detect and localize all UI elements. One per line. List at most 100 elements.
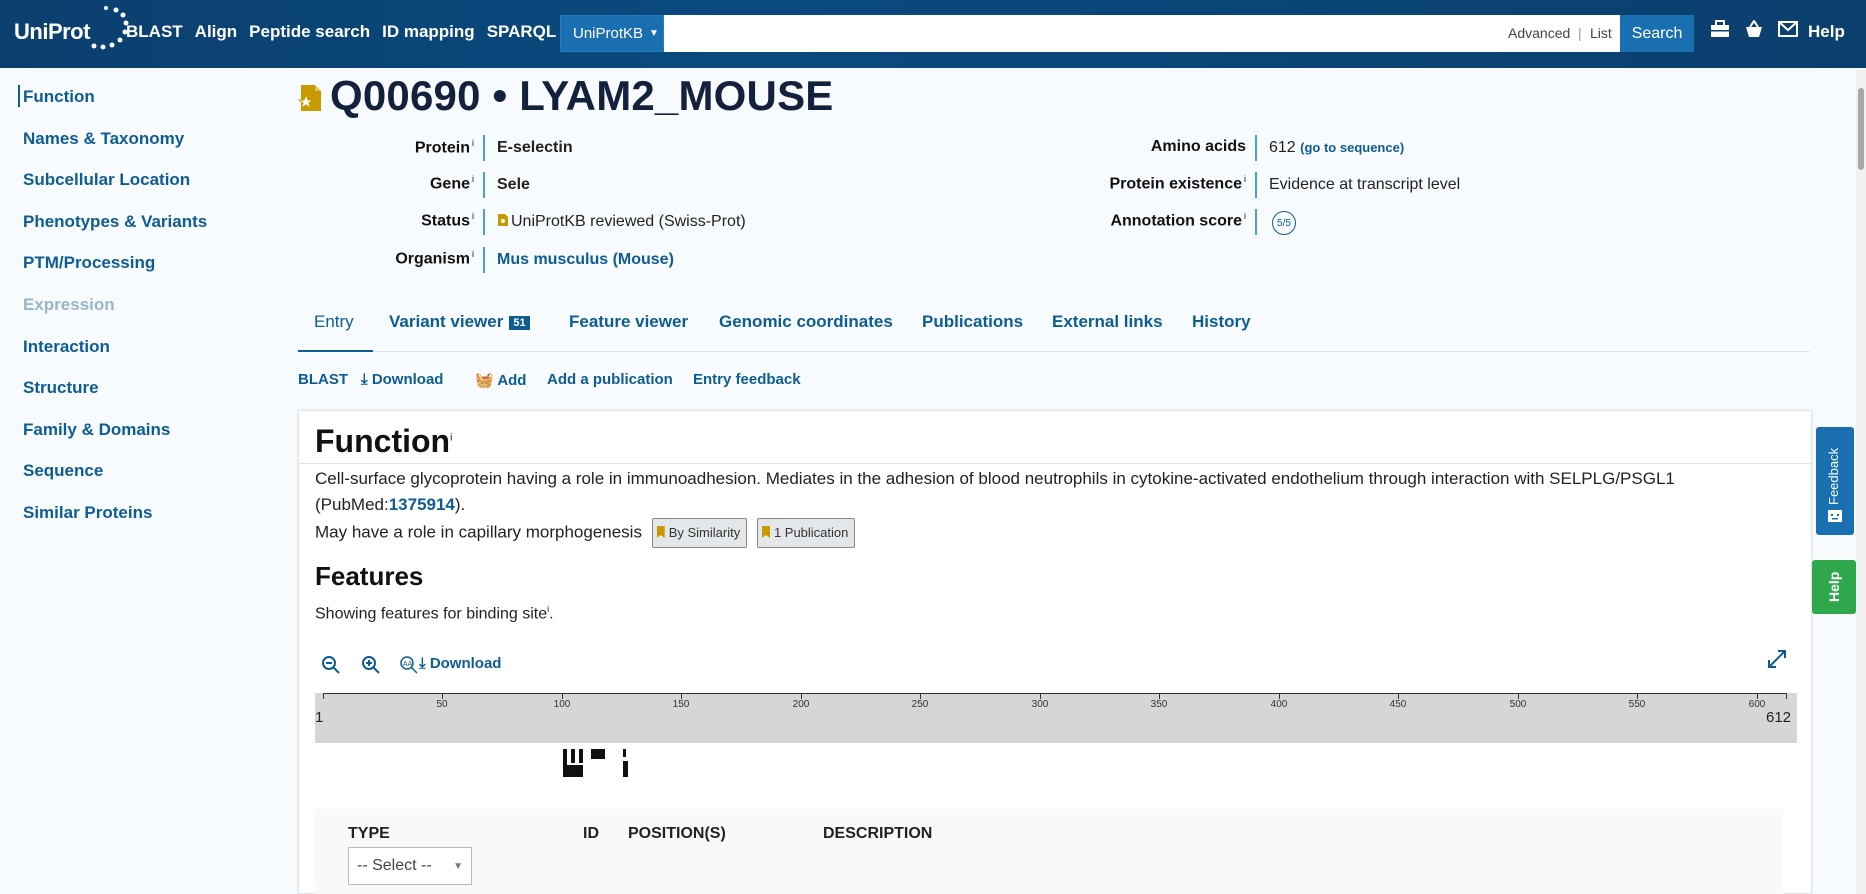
info-icon[interactable]: i [472,174,474,184]
logo-dots-icon [91,6,129,50]
binding-site-feature[interactable] [591,749,605,759]
gene-name: Sele [497,176,530,193]
features-download-button[interactable]: ⤓ Download [419,655,501,672]
tab-genomic-coordinates[interactable]: Genomic coordinates [719,312,893,332]
zoom-out-icon[interactable] [321,655,341,680]
protein-existence-value: Evidence at transcript level [1269,176,1461,193]
organism-link[interactable]: Mus musculus (Mouse) [497,251,674,269]
nav-id-mapping[interactable]: ID mapping [382,22,475,42]
fullscreen-icon[interactable] [1767,649,1787,675]
binding-site-feature[interactable] [623,749,626,757]
ruler-tick [323,693,324,699]
sidebar-item-structure[interactable]: Structure [23,378,99,398]
ruler-tick-label: 400 [1270,699,1288,710]
binding-site-feature[interactable] [623,761,628,777]
zoom-in-icon[interactable] [361,655,381,680]
binding-site-feature[interactable] [571,749,575,763]
divider [483,247,485,273]
function-heading: Functioni [315,423,453,459]
add-button[interactable]: 🧺 Add [475,371,526,389]
help-button[interactable]: Help [1812,560,1856,614]
ruler-tick-label: 100 [553,699,571,710]
nav-peptide-search[interactable]: Peptide search [249,22,370,42]
advanced-search-link[interactable]: Advanced [1508,25,1570,41]
scrollbar-thumb[interactable] [1858,88,1864,170]
divider [483,135,485,161]
add-publication-button[interactable]: Add a publication [547,371,673,388]
column-header-description: DESCRIPTION [823,825,933,842]
info-icon[interactable]: i [472,211,474,221]
sidebar-item-phenotypes-variants[interactable]: Phenotypes & Variants [23,212,207,232]
evidence-tag-similarity[interactable]: By Similarity [651,518,748,548]
protein-name: E-selectin [497,139,573,156]
status-label: Status i [421,211,474,230]
tab-external-links[interactable]: External links [1052,312,1163,332]
zoom-reset-icon[interactable]: AA [399,655,419,680]
nav-sparql[interactable]: SPARQL [487,22,557,42]
binding-site-feature[interactable] [579,749,583,763]
info-icon[interactable]: i [1244,211,1246,221]
ruler-tick-label: 250 [911,699,929,710]
gene-label: Gene i [429,174,474,193]
divider [299,463,1811,464]
function-description: Cell-surface glycoprotein having a role … [315,469,1675,514]
evidence-tag-publication[interactable]: 1 Publication [756,518,856,548]
sidebar-item-ptm-processing[interactable]: PTM/Processing [23,253,155,273]
ruler-tick-label: 50 [436,699,448,710]
feedback-label: Feedback [1826,447,1841,505]
blast-button[interactable]: BLAST [298,371,348,388]
tab-publications[interactable]: Publications [922,312,1023,332]
divider [483,172,485,198]
reviewed-entry-icon [298,85,321,111]
top-navigation-bar: UniProt BLAST Align Peptide search ID ma… [0,0,1866,68]
database-select[interactable]: UniProtKB ▼ [560,15,664,52]
entry-feedback-button[interactable]: Entry feedback [693,371,801,388]
variant-count-badge: 51 [509,315,530,330]
sidebar-item-names-taxonomy[interactable]: Names & Taxonomy [23,129,184,149]
sidebar-item-family-domains[interactable]: Family & Domains [23,420,170,440]
ruler-tick [1786,693,1787,699]
info-icon[interactable]: i [450,432,452,443]
page-scrollbar[interactable] [1856,70,1866,894]
info-icon[interactable]: i [1244,174,1246,184]
pubmed-link[interactable]: 1375914 [389,495,455,514]
sidebar-item-function[interactable]: Function [23,87,95,107]
tab-feature-viewer[interactable]: Feature viewer [569,312,688,332]
top-icons [1710,19,1798,43]
main-nav: BLAST Align Peptide search ID mapping SP… [126,22,568,42]
basket-icon[interactable] [1744,19,1764,43]
list-search-link[interactable]: List [1590,25,1612,41]
protein-existence-label: Protein existence i [1109,174,1247,193]
uniprot-logo[interactable]: UniProt [14,6,129,52]
download-button[interactable]: ⤓ Download [361,371,443,388]
tab-variant-viewer[interactable]: Variant viewer 51 [389,312,530,332]
svg-text:AA: AA [403,661,413,668]
tab-entry[interactable]: Entry [314,312,354,332]
sidebar-item-interaction[interactable]: Interaction [23,337,110,357]
sidebar-item-subcellular-location[interactable]: Subcellular Location [23,170,190,190]
sidebar-item-similar-proteins[interactable]: Similar Proteins [23,503,152,523]
toolkit-icon[interactable] [1710,20,1730,43]
goto-sequence-link[interactable]: (go to sequence) [1300,140,1404,155]
reviewed-icon [498,214,508,226]
binding-site-feature[interactable] [563,765,583,777]
nav-blast[interactable]: BLAST [126,22,183,42]
sidebar-item-expression: Expression [23,295,115,314]
divider [1255,209,1257,235]
tab-history[interactable]: History [1192,312,1251,332]
chevron-down-icon: ▼ [649,28,659,39]
feedback-button[interactable]: Feedback [1816,427,1854,535]
database-select-label: UniProtKB [573,25,644,42]
sequence-ruler[interactable]: 50 100 150 200 250 300 350 400 450 500 5… [315,693,1797,743]
mail-icon[interactable] [1778,21,1798,42]
info-icon[interactable]: i [472,249,474,259]
sidebar-item-sequence[interactable]: Sequence [23,461,103,481]
info-icon[interactable]: i [472,138,474,148]
help-link[interactable]: Help [1808,22,1845,42]
search-button[interactable]: Search [1620,15,1694,52]
features-table: TYPE ID POSITION(S) DESCRIPTION -- Selec… [315,809,1783,894]
nav-align[interactable]: Align [195,22,238,42]
type-filter-select[interactable]: -- Select -- ▼ [348,847,472,885]
search-input[interactable] [664,15,1620,52]
ruler-tick-label: 550 [1628,699,1646,710]
